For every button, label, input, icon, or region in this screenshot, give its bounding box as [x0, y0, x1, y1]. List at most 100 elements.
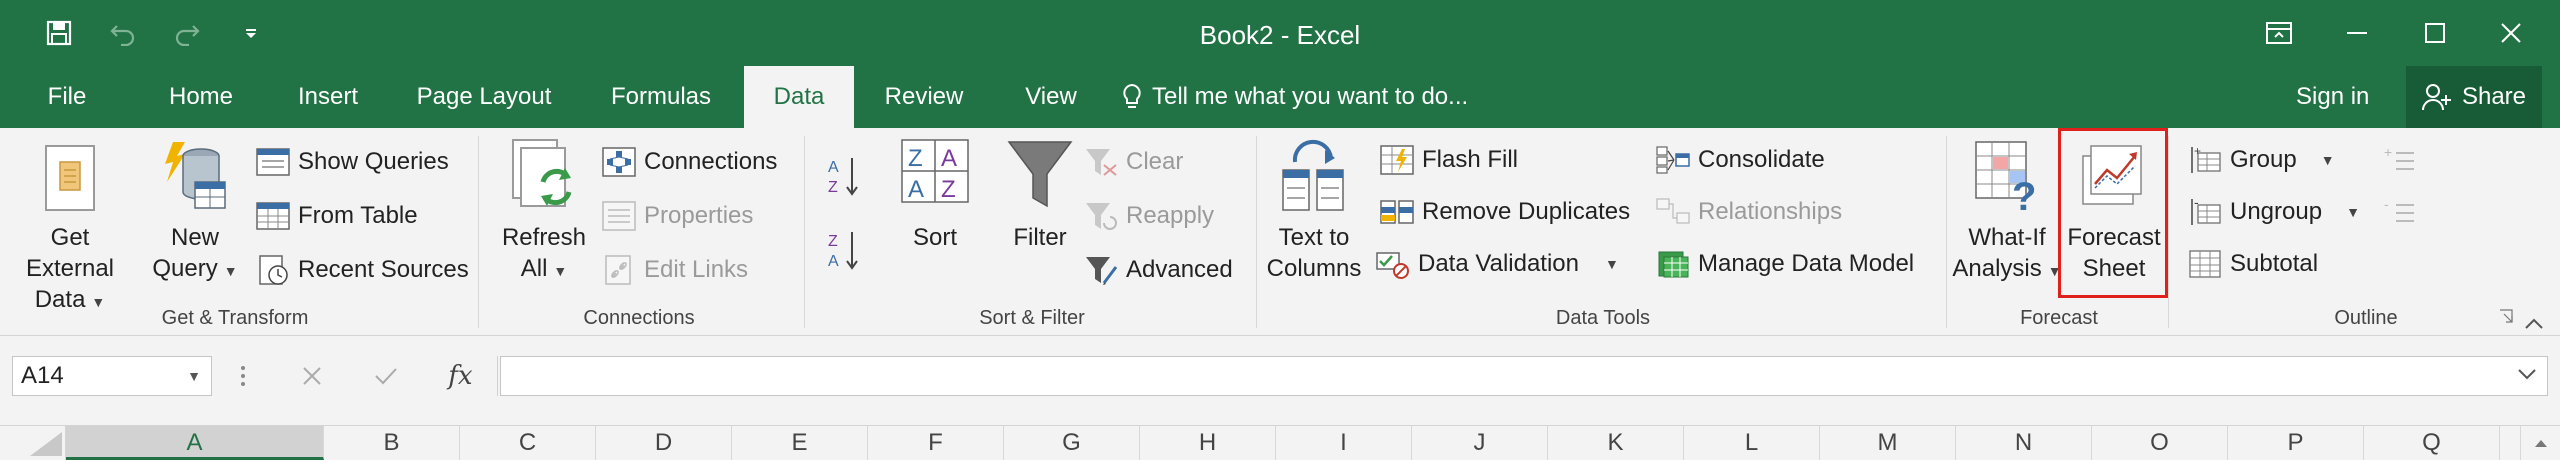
from-table-button[interactable]: From Table [256, 198, 418, 234]
tab-page-layout[interactable]: Page Layout [412, 66, 556, 128]
sort-descending-button[interactable]: Z A [826, 232, 860, 270]
clear-label: Clear [1126, 148, 1184, 175]
window-controls [2240, 0, 2560, 66]
column-header-b[interactable]: B [324, 426, 460, 460]
refresh-icon [512, 139, 572, 207]
dialog-launcher-icon[interactable] [2498, 308, 2514, 324]
tab-file[interactable]: File [32, 66, 102, 128]
ribbon-data: Get External Data ▼ New Query ▼ Show Que… [0, 128, 2560, 336]
subtotal-button[interactable]: Subtotal [2188, 246, 2318, 282]
show-queries-button[interactable]: Show Queries [256, 144, 449, 180]
new-query-icon [165, 142, 226, 209]
close-button[interactable] [2474, 0, 2548, 66]
refresh-all-button[interactable]: Refresh All ▼ [494, 136, 594, 287]
group-forecast: ? What-If Analysis ▼ Forecast Sheet Forec… [1950, 128, 2168, 336]
chevron-down-icon[interactable]: ▼ [187, 357, 201, 395]
column-header-h[interactable]: H [1140, 426, 1276, 460]
collapse-ribbon-icon[interactable] [2524, 316, 2544, 330]
properties-button[interactable]: Properties [602, 198, 753, 234]
remove-duplicates-button[interactable]: Remove Duplicates [1380, 194, 1630, 230]
new-query-label-1: New [170, 224, 219, 251]
tab-insert[interactable]: Insert [286, 66, 370, 128]
group-label-forecast: Forecast [2020, 307, 2098, 329]
group-icon: + [2191, 145, 2221, 173]
maximize-button[interactable] [2396, 0, 2474, 66]
column-header-o[interactable]: O [2092, 426, 2228, 460]
recent-sources-button[interactable]: Recent Sources [256, 252, 469, 288]
sort-ascending-button[interactable]: A Z [826, 158, 860, 196]
get-external-data-button[interactable]: Get External Data ▼ [4, 136, 136, 318]
column-header-q[interactable]: Q [2364, 426, 2500, 460]
column-header-k[interactable]: K [1548, 426, 1684, 460]
reapply-filter-icon [1086, 203, 1117, 230]
ribbon-display-options-button[interactable] [2240, 0, 2318, 66]
scroll-up-button[interactable] [2520, 426, 2560, 460]
edit-links-icon [605, 255, 631, 285]
formula-input[interactable] [500, 356, 2548, 396]
sign-in-link[interactable]: Sign in [2296, 66, 2369, 128]
column-header-g[interactable]: G [1004, 426, 1140, 460]
cancel-icon[interactable] [300, 364, 324, 388]
edit-links-button[interactable]: Edit Links [602, 252, 748, 288]
dropdown-caret-icon: ▼ [2320, 152, 2335, 168]
select-all-corner[interactable] [0, 426, 66, 460]
advanced-filter-button[interactable]: Advanced [1084, 252, 1233, 288]
share-button[interactable]: Share [2406, 66, 2542, 128]
what-if-analysis-button[interactable]: ? What-If Analysis ▼ [1952, 136, 2062, 287]
column-header-p[interactable]: P [2228, 426, 2364, 460]
filter-button[interactable]: Filter [990, 136, 1090, 253]
window-title: Book2 - Excel [1199, 20, 1361, 50]
connections-button[interactable]: Connections [602, 144, 777, 180]
show-detail-button[interactable]: + [2382, 142, 2416, 178]
flash-fill-button[interactable]: Flash Fill [1380, 142, 1518, 178]
data-validation-button[interactable]: Data Validation ▼ [1376, 246, 1619, 282]
column-header-i[interactable]: I [1276, 426, 1412, 460]
text-to-columns-button[interactable]: Text to Columns [1264, 136, 1364, 284]
column-header-n[interactable]: N [1956, 426, 2092, 460]
group-separator [2168, 136, 2169, 328]
svg-text:A: A [828, 253, 839, 270]
hide-detail-button[interactable]: - [2382, 194, 2416, 230]
relationships-button[interactable]: Relationships [1656, 194, 1842, 230]
tab-formulas[interactable]: Formulas [602, 66, 720, 128]
connections-icon [602, 147, 636, 177]
tell-me-text: Tell me what you want to do... [1152, 83, 1469, 110]
group-button[interactable]: + Group ▼ [2188, 142, 2335, 178]
data-validation-icon [1376, 252, 1409, 279]
consolidate-label: Consolidate [1698, 146, 1825, 173]
enter-check-icon[interactable] [373, 364, 399, 388]
tab-home[interactable]: Home [160, 66, 242, 128]
forecast-sheet-highlight [2058, 128, 2168, 298]
new-query-button[interactable]: New Query ▼ [148, 136, 242, 287]
expand-formula-bar-icon[interactable] [2517, 367, 2537, 381]
column-header-j[interactable]: J [1412, 426, 1548, 460]
column-header-d[interactable]: D [596, 426, 732, 460]
tell-me-box[interactable]: Tell me what you want to do... [1122, 66, 1468, 128]
column-header-m[interactable]: M [1820, 426, 1956, 460]
sort-button[interactable]: Z A A Z Sort [880, 136, 990, 253]
reapply-button[interactable]: Reapply [1084, 198, 1214, 234]
remove-duplicates-label: Remove Duplicates [1422, 198, 1631, 225]
recent-sources-label: Recent Sources [298, 256, 469, 283]
column-header-a[interactable]: A [66, 426, 324, 460]
insert-function-button[interactable]: fx [448, 361, 472, 391]
name-box[interactable]: A14 ▼ [12, 356, 212, 396]
dropdown-caret-icon: ▼ [1605, 256, 1619, 272]
ungroup-button[interactable]: - Ungroup ▼ [2188, 194, 2360, 230]
column-header-l[interactable]: L [1684, 426, 1820, 460]
tab-review[interactable]: Review [876, 66, 972, 128]
ungroup-icon: - [2191, 197, 2221, 225]
column-header-e[interactable]: E [732, 426, 868, 460]
dropdown-caret-icon: ▼ [223, 263, 238, 279]
consolidate-button[interactable]: Consolidate [1656, 142, 1825, 178]
tab-view[interactable]: View [1008, 66, 1094, 128]
manage-data-model-button[interactable]: Manage Data Model [1656, 246, 1914, 282]
group-separator [478, 136, 479, 328]
minimize-button[interactable] [2318, 0, 2396, 66]
clear-button[interactable]: Clear [1084, 144, 1183, 180]
column-header-c[interactable]: C [460, 426, 596, 460]
formula-bar-grip-icon[interactable] [240, 364, 246, 388]
tab-data[interactable]: Data [744, 66, 854, 128]
column-header-f[interactable]: F [868, 426, 1004, 460]
what-if-label-2: Analysis [1952, 255, 2042, 282]
